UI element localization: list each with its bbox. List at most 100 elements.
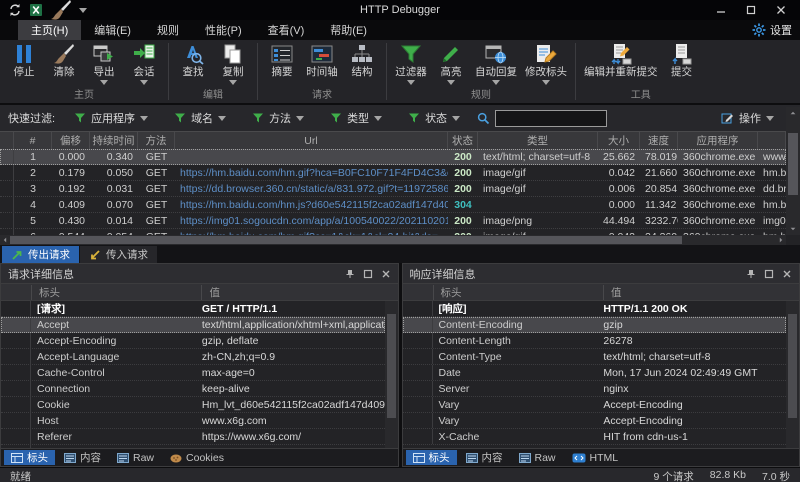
- menu-tab-规则[interactable]: 规则: [144, 20, 192, 40]
- grid-col-header-Url[interactable]: Url: [175, 132, 448, 149]
- maximize-panel-icon[interactable]: [363, 269, 373, 279]
- ribbon-button-查找[interactable]: 查找: [173, 42, 213, 86]
- grid-col-header-偏移[interactable]: 偏移: [52, 132, 90, 149]
- response-header-row[interactable]: X-CacheHIT from cdn-us-1: [403, 429, 787, 445]
- request-panel-scrollbar[interactable]: [385, 301, 398, 448]
- table-row[interactable]: 10.0000.340GET200text/html; charset=utf-…: [0, 149, 786, 165]
- response-tab-Raw[interactable]: Raw: [512, 450, 563, 465]
- horizontal-scrollbar[interactable]: [0, 235, 786, 245]
- scroll-up-arrow[interactable]: [385, 301, 398, 313]
- ribbon-button-高亮[interactable]: 高亮: [431, 42, 471, 86]
- request-header-row[interactable]: CookieHm_lvt_d60e542115f2ca02adf147d409b…: [1, 397, 385, 413]
- ribbon-button-复制[interactable]: 复制: [213, 42, 253, 86]
- table-row[interactable]: 40.4090.070GEThttps://hm.baidu.com/hm.js…: [0, 197, 786, 213]
- response-panel-scrollbar[interactable]: [786, 301, 799, 448]
- response-header-row[interactable]: VaryAccept-Encoding: [403, 413, 787, 429]
- ribbon-button-过滤器[interactable]: 过滤器: [391, 42, 431, 86]
- response-tab-HTML[interactable]: HTML: [565, 450, 626, 465]
- request-header-row[interactable]: Connectionkeep-alive: [1, 381, 385, 397]
- scroll-thumb[interactable]: [788, 314, 797, 418]
- grid-col-header-方法[interactable]: 方法: [138, 132, 175, 149]
- caret-down-icon[interactable]: [79, 8, 87, 13]
- request-header-row[interactable]: [请求]GET / HTTP/1.1: [1, 301, 385, 317]
- request-tab-Cookies[interactable]: Cookies: [163, 450, 231, 465]
- caret-down-icon[interactable]: [229, 79, 237, 86]
- caret-down-icon[interactable]: [542, 79, 550, 86]
- stream-tab-传出请求[interactable]: 传出请求: [2, 246, 79, 263]
- maximize-button[interactable]: [736, 0, 766, 20]
- caret-down-icon[interactable]: [140, 79, 148, 86]
- request-header-row[interactable]: Refererhttps://www.x6g.com/: [1, 429, 385, 445]
- settings-button[interactable]: 设置: [752, 20, 792, 40]
- brush-icon[interactable]: [50, 0, 72, 21]
- scroll-up-arrow[interactable]: [786, 301, 799, 313]
- grid-col-header-#[interactable]: #: [14, 132, 52, 149]
- ribbon-button-清除[interactable]: 清除: [44, 42, 84, 86]
- response-header-row[interactable]: Servernginx: [403, 381, 787, 397]
- request-tab-内容[interactable]: 内容: [57, 450, 108, 465]
- response-col-value[interactable]: 值: [603, 285, 799, 300]
- response-header-row[interactable]: [响应]HTTP/1.1 200 OK: [403, 301, 787, 317]
- request-tab-标头[interactable]: 标头: [4, 450, 55, 465]
- request-header-row[interactable]: Hostwww.x6g.com: [1, 413, 385, 429]
- pin-icon[interactable]: [746, 269, 756, 279]
- filter-dropdown-域名[interactable]: 域名: [161, 110, 239, 126]
- response-header-row[interactable]: DateMon, 17 Jun 2024 02:49:49 GMT: [403, 365, 787, 381]
- table-row[interactable]: 50.4300.014GEThttps://img01.sogoucdn.com…: [0, 213, 786, 229]
- search-input[interactable]: [495, 110, 607, 127]
- table-row[interactable]: 20.1790.050GEThttps://hm.baidu.com/hm.gi…: [0, 165, 786, 181]
- menu-tab-编辑[interactable]: 编辑(E): [81, 20, 144, 40]
- scroll-up-arrow[interactable]: [786, 107, 800, 119]
- action-dropdown[interactable]: 操作: [721, 110, 774, 126]
- minimize-button[interactable]: [706, 0, 736, 20]
- scroll-right-arrow[interactable]: [776, 235, 786, 245]
- grid-col-header-速度[interactable]: 速度: [640, 132, 678, 149]
- response-header-row[interactable]: VaryAccept-Encoding: [403, 397, 787, 413]
- grid-col-header-持续时间[interactable]: 持续时间: [90, 132, 138, 149]
- request-tab-Raw[interactable]: Raw: [110, 450, 161, 465]
- vertical-scrollbar[interactable]: [786, 107, 800, 235]
- menu-tab-性能[interactable]: 性能(P): [192, 20, 255, 40]
- response-tab-标头[interactable]: 标头: [406, 450, 457, 465]
- ribbon-button-时间轴[interactable]: 时间轴: [302, 42, 342, 86]
- menu-tab-查看[interactable]: 查看(V): [255, 20, 318, 40]
- filter-dropdown-应用程序[interactable]: 应用程序: [61, 110, 161, 126]
- filter-dropdown-类型[interactable]: 类型: [317, 110, 395, 126]
- menu-tab-帮助[interactable]: 帮助(E): [317, 20, 380, 40]
- response-tab-内容[interactable]: 内容: [459, 450, 510, 465]
- scroll-down-arrow[interactable]: [385, 436, 398, 448]
- response-header-row[interactable]: Content-Typetext/html; charset=utf-8: [403, 349, 787, 365]
- close-panel-icon[interactable]: [782, 269, 792, 279]
- caret-down-icon[interactable]: [407, 79, 415, 86]
- maximize-panel-icon[interactable]: [764, 269, 774, 279]
- request-header-row[interactable]: Cache-Controlmax-age=0: [1, 365, 385, 381]
- ribbon-button-结构[interactable]: 结构: [342, 42, 382, 86]
- grid-col-header-应用程序[interactable]: 应用程序: [678, 132, 758, 149]
- ribbon-button-摘要[interactable]: 摘要: [262, 42, 302, 86]
- hscroll-thumb[interactable]: [10, 236, 682, 244]
- grid-col-header-状态[interactable]: 状态: [448, 132, 478, 149]
- caret-down-icon[interactable]: [100, 79, 108, 86]
- close-panel-icon[interactable]: [381, 269, 391, 279]
- request-header-row[interactable]: Accept-Languagezh-CN,zh;q=0.9: [1, 349, 385, 365]
- close-button[interactable]: [766, 0, 796, 20]
- excel-export-icon[interactable]: [29, 3, 43, 17]
- filter-dropdown-状态[interactable]: 状态: [395, 110, 473, 126]
- filter-dropdown-方法[interactable]: 方法: [239, 110, 317, 126]
- request-header-row[interactable]: Accepttext/html,application/xhtml+xml,ap…: [1, 317, 385, 333]
- ribbon-button-导出[interactable]: 导出: [84, 42, 124, 86]
- table-row[interactable]: 30.1920.031GEThttps://dd.browser.360.cn/…: [0, 181, 786, 197]
- scroll-left-arrow[interactable]: [0, 235, 10, 245]
- caret-down-icon[interactable]: [492, 79, 500, 86]
- vscroll-thumb[interactable]: [788, 133, 798, 195]
- scroll-thumb[interactable]: [387, 314, 396, 418]
- request-header-row[interactable]: Accept-Encodinggzip, deflate: [1, 333, 385, 349]
- request-col-value[interactable]: 值: [201, 285, 397, 300]
- pin-icon[interactable]: [345, 269, 355, 279]
- sync-icon[interactable]: [8, 3, 22, 17]
- ribbon-button-停止[interactable]: 停止: [4, 42, 44, 86]
- grid-col-header-大小[interactable]: 大小: [598, 132, 640, 149]
- ribbon-button-提交[interactable]: 提交: [662, 42, 702, 86]
- ribbon-button-修改标头[interactable]: 修改标头: [521, 42, 571, 86]
- scroll-down-arrow[interactable]: [786, 223, 800, 235]
